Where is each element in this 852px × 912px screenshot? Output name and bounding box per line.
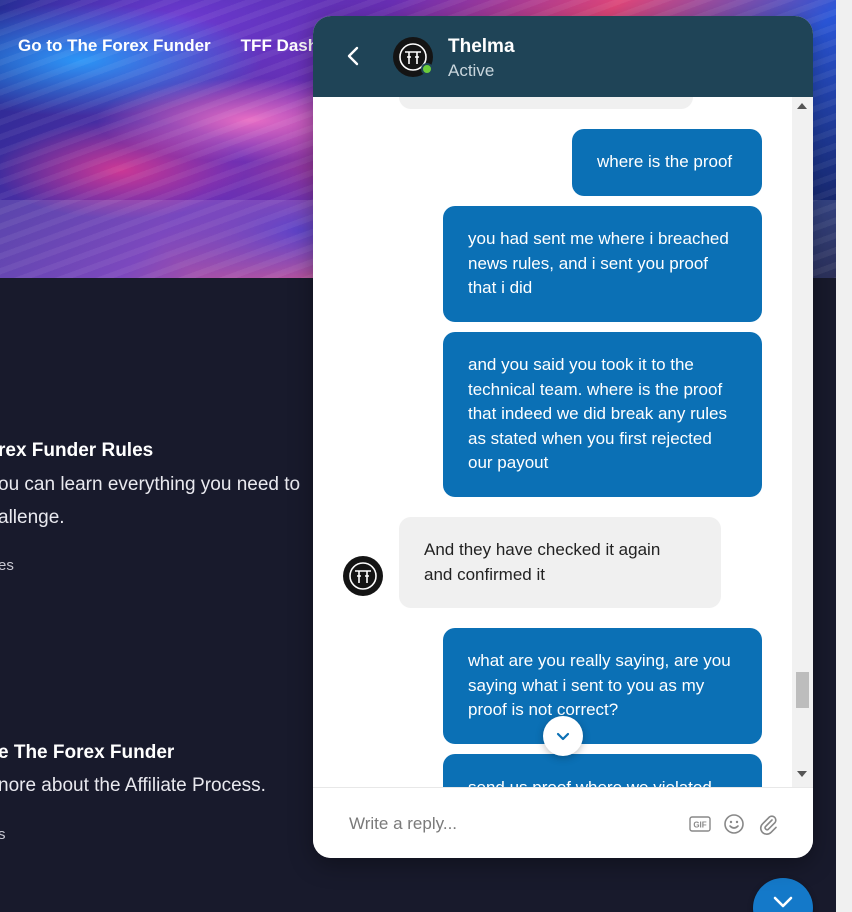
message-text: and you said you took it to the technica… [468, 355, 727, 473]
message-bubble-outgoing: you had sent me where i breached news ru… [443, 206, 762, 322]
message-text: what are you really saying, are you sayi… [468, 651, 731, 720]
tff-logo-icon [349, 562, 377, 590]
gif-icon: GIF [689, 816, 711, 832]
scrollbar-thumb[interactable] [796, 672, 809, 708]
smiley-icon [724, 814, 744, 834]
message-text: where is the proof [597, 152, 733, 172]
chat-launcher-button[interactable] [753, 878, 813, 912]
reply-input[interactable] [333, 806, 663, 842]
rules-section-text-line2: allenge. [0, 507, 65, 528]
gif-button[interactable]: GIF [688, 812, 712, 836]
rules-section-text-line1: ou can learn everything you need to [0, 474, 301, 495]
rules-section-meta: es [0, 557, 14, 574]
paperclip-icon [760, 815, 777, 835]
message-bubble-incoming: And they have checked it again and confi… [399, 517, 721, 608]
chevron-down-icon [556, 732, 570, 740]
agent-status: Active [448, 61, 495, 80]
chat-widget: Thelma Active where is the proof you had… [313, 16, 813, 858]
attach-button[interactable] [756, 812, 780, 836]
message-text: send us proof where we violated [468, 776, 712, 787]
composer: GIF [313, 787, 813, 858]
scroll-to-bottom-button[interactable] [543, 716, 583, 756]
message-bubble-outgoing: where is the proof [572, 129, 762, 196]
chevron-down-icon [773, 896, 793, 908]
emoji-button[interactable] [722, 812, 746, 836]
message-bubble-outgoing: and you said you took it to the technica… [443, 332, 762, 497]
gif-label: GIF [693, 821, 706, 830]
back-button[interactable] [341, 42, 365, 70]
message-bubble-outgoing: what are you really saying, are you sayi… [443, 628, 762, 744]
agent-message-avatar [343, 556, 383, 596]
message-text: And they have checked it again and confi… [424, 540, 661, 584]
message-list-scrollbar[interactable] [792, 97, 813, 787]
nav-link-forex-funder[interactable]: Go to The Forex Funder [18, 36, 211, 56]
page-scrollbar[interactable] [836, 0, 852, 912]
affiliate-section-meta: s [0, 826, 6, 843]
scroll-up-arrow-icon[interactable] [797, 103, 807, 109]
message-bubble-cut-off [399, 97, 693, 109]
agent-name: Thelma [448, 36, 515, 57]
scroll-down-arrow-icon[interactable] [797, 771, 807, 777]
top-nav: Go to The Forex Funder TFF Dashb [18, 36, 329, 56]
affiliate-section-text-line1: nore about the Affiliate Process. [0, 775, 266, 796]
affiliate-section-title[interactable]: e The Forex Funder [0, 742, 174, 764]
message-list[interactable]: where is the proof you had sent me where… [313, 97, 813, 787]
chat-header: Thelma Active [313, 16, 813, 97]
online-status-dot [421, 63, 433, 75]
message-text: you had sent me where i breached news ru… [468, 229, 729, 298]
rules-section-title[interactable]: rex Funder Rules [0, 440, 153, 462]
message-bubble-outgoing: send us proof where we violated [443, 754, 762, 787]
chevron-left-icon [347, 46, 359, 66]
